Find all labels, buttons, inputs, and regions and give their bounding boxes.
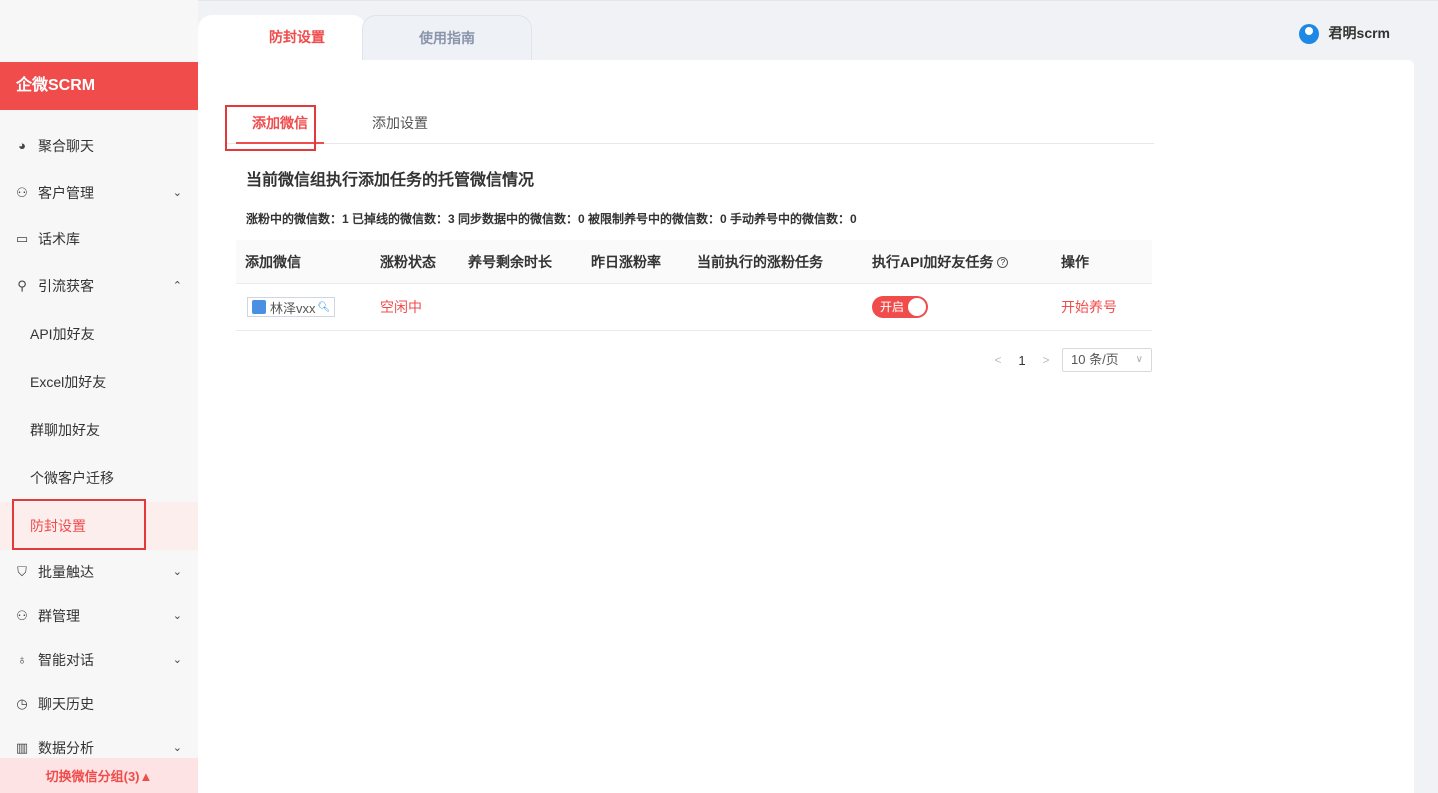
wechat-name: 林泽vxx bbox=[270, 300, 316, 316]
col-header-api: 执行API加好友任务? bbox=[872, 252, 1061, 272]
cell-api-switch: 开启 bbox=[872, 296, 1061, 318]
sidebar-item-broadcast[interactable]: ⛉ 批量触达 ⌄ bbox=[0, 550, 198, 594]
wechat-table: 添加微信 涨粉状态 养号剩余时长 昨日涨粉率 当前执行的涨粉任务 执行API加好… bbox=[236, 240, 1152, 331]
sidebar-subitem-migrate[interactable]: 个微客户迁移 bbox=[0, 454, 198, 502]
help-icon[interactable]: ? bbox=[997, 257, 1009, 269]
search-icon: 🔍︎ bbox=[317, 301, 331, 313]
stats-summary: 涨粉中的微信数：1 已掉线的微信数：3 同步数据中的微信数：0 被限制养号中的微… bbox=[246, 212, 857, 226]
prev-page-button[interactable]: < bbox=[986, 353, 1010, 367]
sidebar-item-label: 引流获客 bbox=[38, 278, 94, 294]
sidebar-item-customers[interactable]: ⚇ 客户管理 ⌄ bbox=[0, 170, 198, 216]
sidebar-item-label: 聚合聊天 bbox=[38, 138, 94, 154]
table-row: 林泽vxx 🔍︎ 空闲中 开启 开始养号 bbox=[236, 284, 1152, 331]
pagination: < 1 > 10 条/页 ∨ bbox=[986, 348, 1152, 372]
sidebar-item-label: 智能对话 bbox=[38, 652, 94, 668]
sidebar-subitem-anti-ban[interactable]: 防封设置 bbox=[0, 502, 198, 550]
user-icon: ⚲ bbox=[17, 278, 27, 293]
table-header: 添加微信 涨粉状态 养号剩余时长 昨日涨粉率 当前执行的涨粉任务 执行API加好… bbox=[236, 240, 1152, 284]
wechat-tag[interactable]: 林泽vxx 🔍︎ bbox=[247, 297, 336, 317]
sidebar-item-groups[interactable]: ⚇ 群管理 ⌄ bbox=[0, 594, 198, 638]
page-number[interactable]: 1 bbox=[1010, 353, 1034, 368]
top-bar: 防封设置 使用指南 君明scrm bbox=[198, 0, 1438, 61]
inner-tabs: 添加微信 添加设置 bbox=[226, 105, 1154, 144]
section-title: 当前微信组执行添加任务的托管微信情况 bbox=[246, 172, 535, 189]
sidebar: 企微SCRM ◕ 聚合聊天 ⚇ 客户管理 ⌄ ▭ 话术库 ⚲ 引流获客 ⌃ AP… bbox=[0, 0, 198, 793]
col-header: 养号剩余时长 bbox=[468, 253, 552, 270]
api-task-toggle[interactable]: 开启 bbox=[872, 296, 928, 318]
page-size-select[interactable]: 10 条/页 ∨ bbox=[1062, 348, 1152, 372]
sidebar-subitem-excel-add[interactable]: Excel加好友 bbox=[0, 358, 198, 406]
sidebar-subitem-group-add[interactable]: 群聊加好友 bbox=[0, 406, 198, 454]
sidebar-item-chat[interactable]: ◕ 聚合聊天 bbox=[0, 122, 198, 170]
wechat-avatar-icon bbox=[252, 300, 266, 314]
tab-add-settings[interactable]: 添加设置 bbox=[372, 105, 428, 144]
users-icon: ⚇ bbox=[16, 185, 28, 200]
sidebar-item-smart-chat[interactable]: ♁ 智能对话 ⌄ bbox=[0, 638, 198, 682]
toggle-knob bbox=[908, 298, 926, 316]
col-header: 添加微信 bbox=[245, 253, 301, 270]
folder-icon: ▭ bbox=[15, 231, 29, 246]
sidebar-item-label: 聊天历史 bbox=[38, 696, 94, 712]
col-header: 涨粉状态 bbox=[380, 253, 436, 270]
tab-anti-ban[interactable]: 防封设置 bbox=[198, 15, 366, 61]
sidebar-item-label: 客户管理 bbox=[38, 185, 94, 201]
sidebar-item-history[interactable]: ◷ 聊天历史 bbox=[0, 682, 198, 726]
sidebar-item-label: 数据分析 bbox=[38, 740, 94, 756]
user-menu[interactable]: 君明scrm bbox=[1298, 19, 1390, 47]
brand-logo: 企微SCRM bbox=[0, 62, 198, 110]
cell-wechat: 林泽vxx 🔍︎ bbox=[236, 297, 380, 317]
chevron-down-icon: ⌄ bbox=[172, 610, 182, 622]
switch-group-button[interactable]: 切换微信分组(3)▲ bbox=[0, 758, 198, 793]
sidebar-item-acquisition[interactable]: ⚲ 引流获客 ⌃ bbox=[0, 262, 198, 310]
clock-icon: ◷ bbox=[16, 696, 28, 711]
wechat-icon: ◕ bbox=[18, 138, 26, 153]
avatar bbox=[1298, 24, 1319, 45]
sidebar-item-label: 群管理 bbox=[38, 608, 80, 624]
chevron-down-icon: ∨ bbox=[1135, 354, 1143, 365]
col-header: 操作 bbox=[1061, 253, 1089, 270]
cell-status: 空闲中 bbox=[380, 299, 422, 315]
sidebar-item-label: 批量触达 bbox=[38, 564, 94, 580]
col-header: 当前执行的涨粉任务 bbox=[697, 253, 823, 270]
sidebar-item-label: 话术库 bbox=[38, 231, 80, 247]
tab-guide[interactable]: 使用指南 bbox=[362, 15, 532, 61]
next-page-button[interactable]: > bbox=[1034, 353, 1058, 367]
chevron-up-icon: ⌃ bbox=[172, 280, 182, 292]
group-icon: ⚇ bbox=[16, 608, 28, 623]
chevron-down-icon: ⌄ bbox=[172, 187, 182, 199]
start-nurture-button[interactable]: 开始养号 bbox=[1061, 297, 1152, 317]
sidebar-subitem-api-add[interactable]: API加好友 bbox=[0, 310, 198, 358]
page-size-value: 10 条/页 bbox=[1071, 352, 1119, 367]
sidebar-item-scripts[interactable]: ▭ 话术库 bbox=[0, 216, 198, 262]
chevron-down-icon: ⌄ bbox=[172, 654, 182, 666]
chevron-down-icon: ⌄ bbox=[172, 566, 182, 578]
funnel-icon: ⛉ bbox=[17, 564, 27, 579]
sidebar-menu: ◕ 聚合聊天 ⚇ 客户管理 ⌄ ▭ 话术库 ⚲ 引流获客 ⌃ API加好友 Ex… bbox=[0, 122, 198, 770]
bulb-icon: ♁ bbox=[17, 652, 27, 667]
col-header: 昨日涨粉率 bbox=[591, 253, 661, 270]
col-header-label: 执行API加好友任务 bbox=[872, 253, 994, 270]
toggle-label: 开启 bbox=[880, 300, 905, 314]
tab-add-wechat[interactable]: 添加微信 bbox=[236, 105, 324, 144]
main-panel: 添加微信 添加设置 当前微信组执行添加任务的托管微信情况 涨粉中的微信数：1 已… bbox=[198, 60, 1414, 793]
user-name: 君明scrm bbox=[1328, 25, 1390, 41]
